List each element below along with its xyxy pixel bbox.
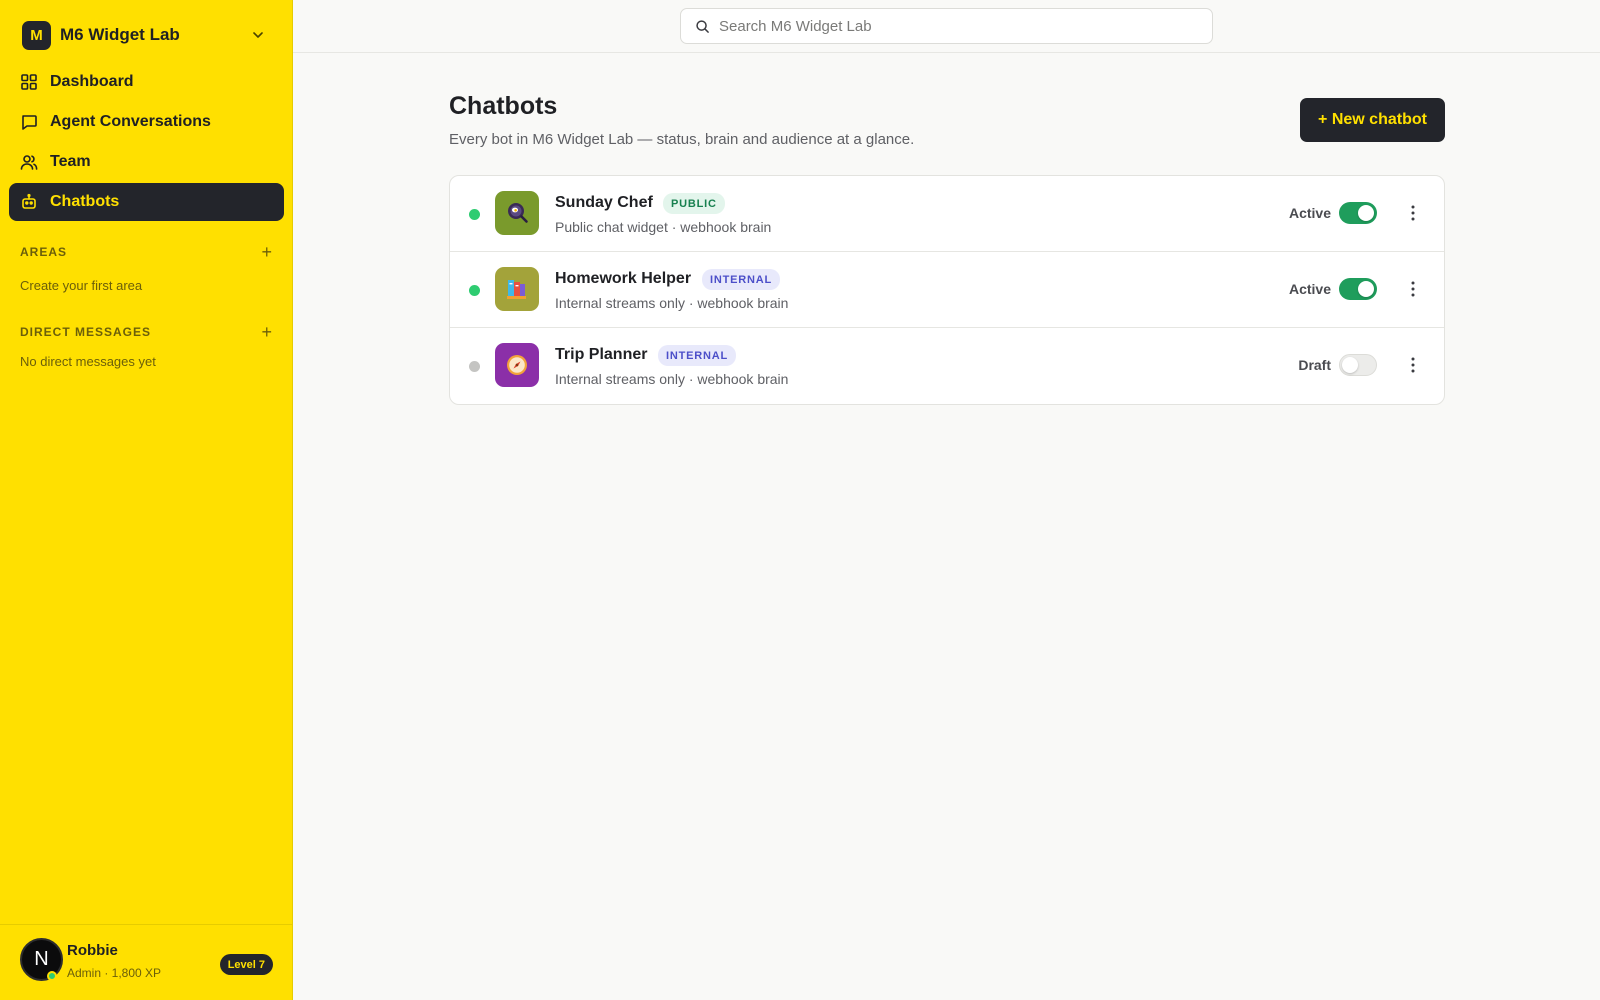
- online-status-dot: [47, 971, 57, 981]
- direct-messages-heading: DIRECT MESSAGES: [20, 325, 152, 339]
- chat-bubble-icon: [22, 115, 37, 130]
- workspace-switcher[interactable]: M M6 Widget Lab: [22, 20, 272, 50]
- books-icon: [507, 280, 526, 299]
- workspace-name: M6 Widget Lab: [60, 25, 180, 44]
- kebab-menu-icon: [1411, 205, 1415, 221]
- user-footer[interactable]: N Robbie Admin · 1,800 XP Level 7: [0, 924, 293, 1000]
- chatbot-row-trip-planner[interactable]: Trip Planner INTERNAL Internal streams o…: [450, 328, 1444, 404]
- level-badge: Level 7: [219, 954, 273, 975]
- toggle-knob: [1358, 205, 1374, 221]
- add-area-button[interactable]: +: [261, 243, 273, 261]
- toggle-knob: [1358, 281, 1374, 297]
- sidebar-item-chatbots[interactable]: Chatbots: [9, 183, 284, 221]
- sidebar-item-agent-conversations[interactable]: Agent Conversations: [9, 103, 284, 141]
- toggle-knob: [1342, 357, 1358, 373]
- user-meta: Admin · 1,800 XP: [67, 966, 162, 980]
- page-title: Chatbots: [449, 92, 558, 120]
- search-input[interactable]: [719, 17, 1199, 35]
- chatbot-row-homework-helper[interactable]: Homework Helper INTERNAL Internal stream…: [450, 252, 1444, 328]
- frying-pan-icon: [508, 203, 528, 223]
- bot-icon: [22, 193, 36, 209]
- grid-icon: [21, 74, 37, 90]
- chatbot-name: Trip Planner: [555, 346, 648, 363]
- compass-icon: [507, 355, 527, 375]
- audience-tag: INTERNAL: [658, 345, 737, 366]
- search-icon: [696, 19, 709, 33]
- chatbot-description: Public chat widget · webhook brain: [555, 219, 772, 235]
- chatbot-list: Sunday Chef PUBLIC Public chat widget · …: [449, 175, 1445, 405]
- user-name: Robbie: [67, 942, 118, 959]
- sidebar-item-label: Agent Conversations: [50, 113, 211, 130]
- sidebar-item-team[interactable]: Team: [9, 143, 284, 181]
- chatbot-active-toggle[interactable]: [1339, 202, 1377, 224]
- more-options-button[interactable]: [1402, 202, 1424, 224]
- workspace-logo: M: [22, 20, 51, 50]
- chatbot-avatar: [495, 267, 539, 311]
- areas-section-header: AREAS +: [20, 243, 273, 261]
- direct-messages-empty-state: No direct messages yet: [20, 354, 156, 369]
- chatbot-avatar: [495, 191, 539, 235]
- search-box[interactable]: [680, 8, 1213, 44]
- sidebar-item-dashboard[interactable]: Dashboard: [9, 63, 284, 101]
- new-chatbot-button[interactable]: + New chatbot: [1300, 98, 1445, 142]
- chatbot-description: Internal streams only · webhook brain: [555, 295, 789, 311]
- more-options-button[interactable]: [1402, 354, 1424, 376]
- chatbot-active-toggle[interactable]: [1339, 354, 1377, 376]
- chatbot-status: Active: [1288, 205, 1331, 221]
- status-dot: [469, 285, 480, 296]
- add-direct-message-button[interactable]: +: [261, 323, 273, 341]
- areas-heading: AREAS: [20, 245, 68, 259]
- top-bar: [293, 0, 1600, 53]
- audience-tag: PUBLIC: [663, 193, 725, 214]
- sidebar-item-label: Team: [50, 153, 91, 170]
- users-icon: [20, 155, 38, 170]
- audience-tag: INTERNAL: [702, 269, 781, 290]
- chatbot-name: Homework Helper: [555, 270, 692, 287]
- chevron-down-icon[interactable]: [250, 27, 266, 43]
- kebab-menu-icon: [1411, 281, 1415, 297]
- chatbot-name: Sunday Chef: [555, 194, 653, 211]
- sidebar-nav: Dashboard Agent Conversations Team Chatb…: [9, 63, 284, 223]
- status-dot: [469, 209, 480, 220]
- sidebar: M M6 Widget Lab Dashboard Agent Conversa…: [0, 0, 293, 1000]
- chatbot-active-toggle[interactable]: [1339, 278, 1377, 300]
- more-options-button[interactable]: [1402, 278, 1424, 300]
- chatbot-status: Draft: [1298, 357, 1331, 373]
- page-subtitle: Every bot in M6 Widget Lab — status, bra…: [449, 131, 915, 148]
- chatbot-row-sunday-chef[interactable]: Sunday Chef PUBLIC Public chat widget · …: [450, 176, 1444, 252]
- status-dot: [469, 361, 480, 372]
- sidebar-item-label: Dashboard: [50, 73, 134, 90]
- direct-messages-section-header: DIRECT MESSAGES +: [20, 323, 273, 341]
- kebab-menu-icon: [1411, 357, 1415, 373]
- chatbot-description: Internal streams only · webhook brain: [555, 371, 789, 387]
- chatbot-status: Active: [1288, 281, 1331, 297]
- chatbot-avatar: [495, 343, 539, 387]
- areas-empty-state[interactable]: Create your first area: [20, 278, 142, 293]
- sidebar-item-label: Chatbots: [50, 193, 120, 210]
